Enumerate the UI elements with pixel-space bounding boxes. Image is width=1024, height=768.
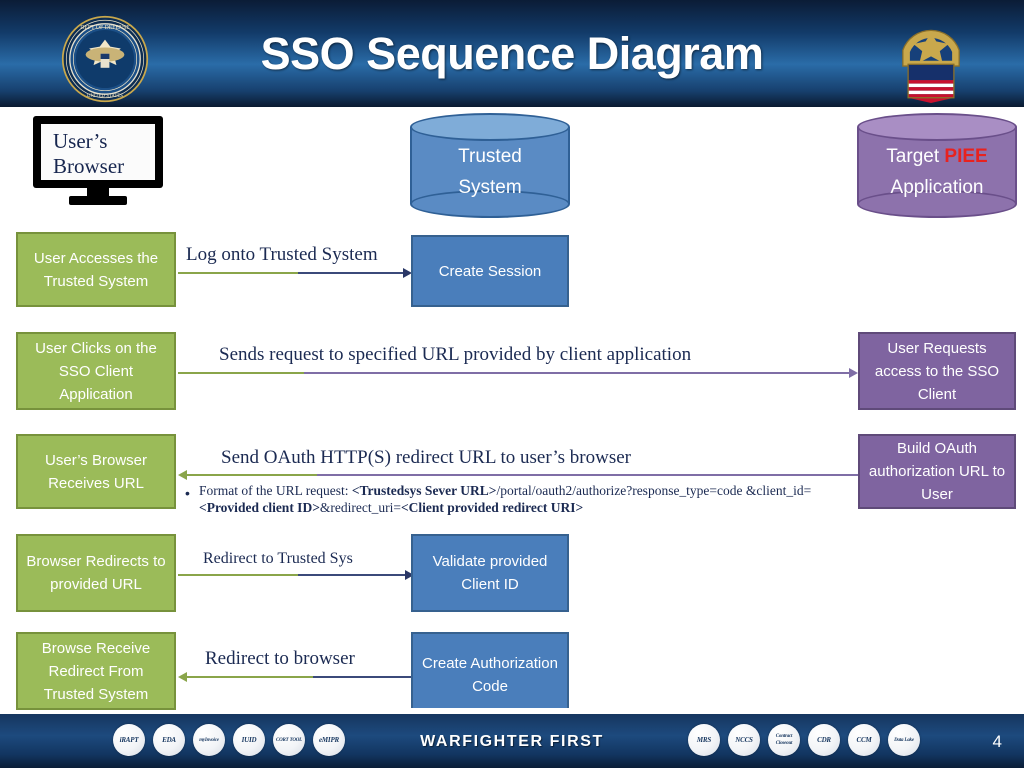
slide-footer: iRAPT EDA myInvoice IUID CORT TOOL eMIPR MRS N… — [0, 714, 1024, 768]
url-note-part1: Format of the URL request: — [199, 483, 352, 498]
step-create-authorization-code[interactable]: Create Authorization Code — [411, 632, 569, 717]
arrow-head-3 — [178, 470, 187, 480]
arrow-label-send-oauth-redirect: Send OAuth HTTP(S) redirect URL to user’… — [221, 447, 632, 468]
step-browse-receive-redirect[interactable]: Browse Receive Redirect From Trusted Sys… — [16, 632, 176, 710]
monitor-icon: User’s Browser — [33, 116, 163, 188]
url-note-bold2: <Provided client ID> — [199, 500, 320, 515]
cylinder-top-icon — [410, 113, 570, 141]
svg-text:UNITED STATES: UNITED STATES — [87, 94, 123, 99]
page-title: SSO Sequence Diagram — [260, 28, 764, 79]
arrow-label-redirect-to-browser: Redirect to browser — [205, 648, 355, 669]
browser-label-line1: User’s — [53, 129, 108, 153]
arrow-line-2a — [178, 372, 304, 374]
trusted-system-line1: Trusted — [458, 146, 522, 167]
slide-header: DEPT OF DEFENSE UNITED STATES SSO Sequen… — [0, 0, 1024, 107]
arrow-line-1a — [178, 272, 298, 274]
target-app-prefix: Target — [886, 146, 945, 167]
actor-target-piee-application: Target PIEE Application — [857, 113, 1017, 218]
arrow-label-sends-request: Sends request to specified URL provided … — [219, 344, 692, 365]
arrow-head-2 — [849, 368, 858, 378]
page-number: 4 — [992, 732, 1002, 751]
arrow-line-2b — [304, 372, 850, 374]
arrow-line-4b — [298, 574, 406, 576]
monitor-stand-foot — [69, 196, 127, 205]
arrow-label-log-onto-trusted-system: Log onto Trusted System — [186, 244, 378, 265]
arrow-line-1b — [298, 272, 404, 274]
arrow-head-5 — [178, 672, 187, 682]
cylinder-top-icon — [857, 113, 1017, 141]
url-note-part3: &redirect_uri= — [319, 500, 401, 515]
sequence-diagram-canvas: User’s Browser Trusted System Target PIE… — [0, 107, 1024, 717]
step-user-clicks-sso-client[interactable]: User Clicks on the SSO Client Applicatio… — [16, 332, 176, 410]
actor-users-browser: User’s Browser — [33, 116, 163, 206]
target-app-highlight: PIEE — [944, 146, 988, 167]
arrow-line-5b — [313, 676, 411, 678]
trusted-system-line2: System — [458, 177, 522, 198]
arrow-line-5a — [187, 676, 313, 678]
target-app-line2: Application — [890, 177, 984, 198]
arrow-line-3a — [187, 474, 317, 476]
step-browser-redirects[interactable]: Browser Redirects to provided URL — [16, 534, 176, 612]
arrow-line-4a — [178, 574, 298, 576]
arrow-label-redirect-to-trusted-sys: Redirect to Trusted Sys — [203, 550, 353, 567]
url-note-part2: /portal/oauth2/authorize?response_type=c… — [496, 483, 812, 498]
url-note-bold1: <Trustedsys Sever URL> — [351, 483, 497, 498]
url-note-bullet: • — [185, 485, 190, 501]
step-user-requests-access[interactable]: User Requests access to the SSO Client — [858, 332, 1016, 410]
step-user-accesses-trusted-system[interactable]: User Accesses the Trusted System — [16, 232, 176, 307]
step-create-session[interactable]: Create Session — [411, 235, 569, 307]
actor-trusted-system: Trusted System — [410, 113, 570, 218]
browser-label-line2: Browser — [53, 154, 125, 178]
step-validate-client-id[interactable]: Validate provided Client ID — [411, 534, 569, 612]
footer-tagline: WARFIGHTER FIRST — [420, 733, 604, 750]
step-build-oauth-url[interactable]: Build OAuth authorization URL to User — [858, 434, 1016, 509]
arrow-line-3b — [317, 474, 858, 476]
step-browser-receives-url[interactable]: User’s Browser Receives URL — [16, 434, 176, 509]
url-note-bold3: <Client provided redirect URI> — [400, 500, 584, 515]
